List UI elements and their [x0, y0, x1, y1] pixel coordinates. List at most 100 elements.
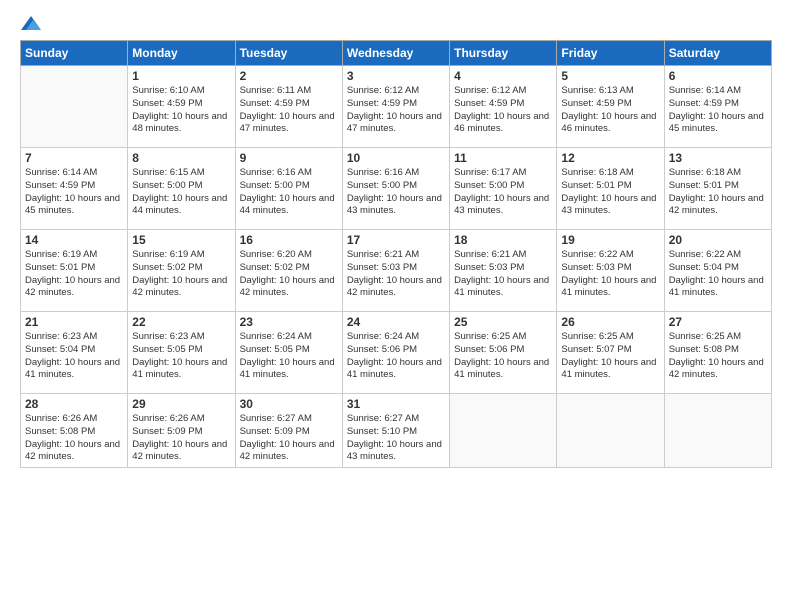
calendar-cell: 23Sunrise: 6:24 AMSunset: 5:05 PMDayligh… — [235, 312, 342, 394]
day-number: 10 — [347, 151, 445, 165]
day-info: Sunrise: 6:12 AMSunset: 4:59 PMDaylight:… — [347, 85, 445, 136]
week-row-5: 28 Sunrise: 6:26 AMSunset: 5:08 PMDayligh… — [21, 394, 772, 468]
day-number: 23 — [240, 315, 338, 329]
calendar-cell: 31 Sunrise: 6:27 AMSunset: 5:10 PMDayligh… — [342, 394, 449, 468]
day-info: Sunrise: 6:25 AMSunset: 5:06 PMDaylight:… — [454, 331, 552, 382]
weekday-tuesday: Tuesday — [235, 41, 342, 66]
day-info: Sunrise: 6:25 AMSunset: 5:08 PMDaylight:… — [669, 331, 767, 382]
weekday-header-row: SundayMondayTuesdayWednesdayThursdayFrid… — [21, 41, 772, 66]
day-number: 12 — [561, 151, 659, 165]
calendar-cell: 28 Sunrise: 6:26 AMSunset: 5:08 PMDayligh… — [21, 394, 128, 468]
week-row-1: 1 Sunrise: 6:10 AMSunset: 4:59 PMDaylight… — [21, 66, 772, 148]
day-info: Sunrise: 6:25 AMSunset: 5:07 PMDaylight:… — [561, 331, 659, 382]
day-info: Sunrise: 6:26 AMSunset: 5:08 PMDaylight:… — [25, 413, 123, 464]
day-info: Sunrise: 6:20 AMSunset: 5:02 PMDaylight:… — [240, 249, 338, 300]
weekday-monday: Monday — [128, 41, 235, 66]
day-number: 20 — [669, 233, 767, 247]
logo — [20, 16, 41, 30]
day-info: Sunrise: 6:19 AMSunset: 5:02 PMDaylight:… — [132, 249, 230, 300]
weekday-sunday: Sunday — [21, 41, 128, 66]
day-number: 9 — [240, 151, 338, 165]
week-row-4: 21 Sunrise: 6:23 AMSunset: 5:04 PMDayligh… — [21, 312, 772, 394]
calendar-cell: 9 Sunrise: 6:16 AMSunset: 5:00 PMDaylight… — [235, 148, 342, 230]
day-number: 28 — [25, 397, 123, 411]
calendar-cell: 20 Sunrise: 6:22 AMSunset: 5:04 PMDayligh… — [664, 230, 771, 312]
day-number: 15 — [132, 233, 230, 247]
day-info: Sunrise: 6:23 AMSunset: 5:05 PMDaylight:… — [132, 331, 230, 382]
calendar-cell: 1 Sunrise: 6:10 AMSunset: 4:59 PMDaylight… — [128, 66, 235, 148]
calendar-cell — [557, 394, 664, 468]
calendar-cell: 5 Sunrise: 6:13 AMSunset: 4:59 PMDaylight… — [557, 66, 664, 148]
calendar-cell: 17 Sunrise: 6:21 AMSunset: 5:03 PMDayligh… — [342, 230, 449, 312]
day-info: Sunrise: 6:17 AMSunset: 5:00 PMDaylight:… — [454, 167, 552, 218]
calendar-cell: 4Sunrise: 6:12 AMSunset: 4:59 PMDaylight… — [450, 66, 557, 148]
weekday-thursday: Thursday — [450, 41, 557, 66]
day-info: Sunrise: 6:15 AMSunset: 5:00 PMDaylight:… — [132, 167, 230, 218]
calendar-cell: 14 Sunrise: 6:19 AMSunset: 5:01 PMDayligh… — [21, 230, 128, 312]
header — [20, 16, 772, 30]
day-number: 13 — [669, 151, 767, 165]
day-number: 29 — [132, 397, 230, 411]
calendar-cell: 16 Sunrise: 6:20 AMSunset: 5:02 PMDayligh… — [235, 230, 342, 312]
calendar-table: SundayMondayTuesdayWednesdayThursdayFrid… — [20, 40, 772, 468]
day-number: 24 — [347, 315, 445, 329]
day-number: 22 — [132, 315, 230, 329]
day-info: Sunrise: 6:10 AMSunset: 4:59 PMDaylight:… — [132, 85, 230, 136]
logo-icon — [21, 16, 41, 30]
calendar-cell: 25 Sunrise: 6:25 AMSunset: 5:06 PMDayligh… — [450, 312, 557, 394]
calendar-cell: 27Sunrise: 6:25 AMSunset: 5:08 PMDayligh… — [664, 312, 771, 394]
calendar-cell: 7 Sunrise: 6:14 AMSunset: 4:59 PMDaylight… — [21, 148, 128, 230]
day-number: 14 — [25, 233, 123, 247]
calendar-cell: 29 Sunrise: 6:26 AMSunset: 5:09 PMDayligh… — [128, 394, 235, 468]
day-info: Sunrise: 6:21 AMSunset: 5:03 PMDaylight:… — [454, 249, 552, 300]
day-info: Sunrise: 6:11 AMSunset: 4:59 PMDaylight:… — [240, 85, 338, 136]
day-number: 17 — [347, 233, 445, 247]
day-number: 25 — [454, 315, 552, 329]
day-number: 5 — [561, 69, 659, 83]
calendar-cell: 6 Sunrise: 6:14 AMSunset: 4:59 PMDaylight… — [664, 66, 771, 148]
day-number: 11 — [454, 151, 552, 165]
day-info: Sunrise: 6:26 AMSunset: 5:09 PMDaylight:… — [132, 413, 230, 464]
calendar-cell: 26 Sunrise: 6:25 AMSunset: 5:07 PMDayligh… — [557, 312, 664, 394]
weekday-wednesday: Wednesday — [342, 41, 449, 66]
weekday-friday: Friday — [557, 41, 664, 66]
calendar-cell: 15 Sunrise: 6:19 AMSunset: 5:02 PMDayligh… — [128, 230, 235, 312]
day-info: Sunrise: 6:21 AMSunset: 5:03 PMDaylight:… — [347, 249, 445, 300]
day-number: 31 — [347, 397, 445, 411]
day-number: 6 — [669, 69, 767, 83]
day-info: Sunrise: 6:14 AMSunset: 4:59 PMDaylight:… — [25, 167, 123, 218]
day-number: 26 — [561, 315, 659, 329]
day-number: 2 — [240, 69, 338, 83]
day-number: 21 — [25, 315, 123, 329]
day-number: 16 — [240, 233, 338, 247]
calendar-cell: 21 Sunrise: 6:23 AMSunset: 5:04 PMDayligh… — [21, 312, 128, 394]
weekday-saturday: Saturday — [664, 41, 771, 66]
day-info: Sunrise: 6:18 AMSunset: 5:01 PMDaylight:… — [669, 167, 767, 218]
day-info: Sunrise: 6:27 AMSunset: 5:10 PMDaylight:… — [347, 413, 445, 464]
day-info: Sunrise: 6:16 AMSunset: 5:00 PMDaylight:… — [347, 167, 445, 218]
week-row-2: 7 Sunrise: 6:14 AMSunset: 4:59 PMDaylight… — [21, 148, 772, 230]
calendar-cell: 10 Sunrise: 6:16 AMSunset: 5:00 PMDayligh… — [342, 148, 449, 230]
day-number: 19 — [561, 233, 659, 247]
calendar-cell — [21, 66, 128, 148]
day-info: Sunrise: 6:14 AMSunset: 4:59 PMDaylight:… — [669, 85, 767, 136]
calendar-cell: 22 Sunrise: 6:23 AMSunset: 5:05 PMDayligh… — [128, 312, 235, 394]
calendar-cell: 11 Sunrise: 6:17 AMSunset: 5:00 PMDayligh… — [450, 148, 557, 230]
day-number: 1 — [132, 69, 230, 83]
calendar-cell: 19Sunrise: 6:22 AMSunset: 5:03 PMDayligh… — [557, 230, 664, 312]
day-info: Sunrise: 6:12 AMSunset: 4:59 PMDaylight:… — [454, 85, 552, 136]
day-info: Sunrise: 6:16 AMSunset: 5:00 PMDaylight:… — [240, 167, 338, 218]
day-info: Sunrise: 6:19 AMSunset: 5:01 PMDaylight:… — [25, 249, 123, 300]
day-info: Sunrise: 6:13 AMSunset: 4:59 PMDaylight:… — [561, 85, 659, 136]
day-number: 30 — [240, 397, 338, 411]
day-info: Sunrise: 6:24 AMSunset: 5:06 PMDaylight:… — [347, 331, 445, 382]
calendar-cell: 2 Sunrise: 6:11 AMSunset: 4:59 PMDaylight… — [235, 66, 342, 148]
day-number: 3 — [347, 69, 445, 83]
day-number: 7 — [25, 151, 123, 165]
day-info: Sunrise: 6:22 AMSunset: 5:04 PMDaylight:… — [669, 249, 767, 300]
calendar-cell: 12Sunrise: 6:18 AMSunset: 5:01 PMDayligh… — [557, 148, 664, 230]
calendar-cell: 30Sunrise: 6:27 AMSunset: 5:09 PMDayligh… — [235, 394, 342, 468]
calendar-cell: 18Sunrise: 6:21 AMSunset: 5:03 PMDayligh… — [450, 230, 557, 312]
day-info: Sunrise: 6:23 AMSunset: 5:04 PMDaylight:… — [25, 331, 123, 382]
calendar-cell: 3 Sunrise: 6:12 AMSunset: 4:59 PMDaylight… — [342, 66, 449, 148]
